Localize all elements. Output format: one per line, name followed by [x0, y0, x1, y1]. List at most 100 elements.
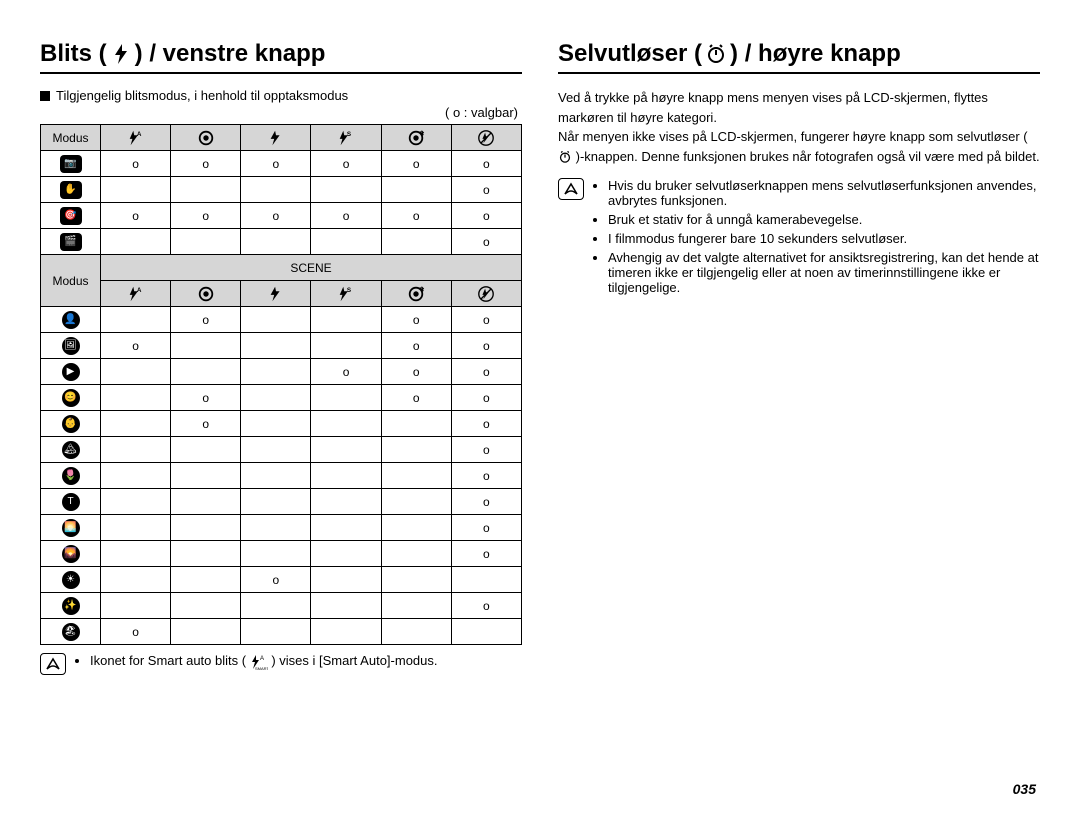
- availability-cell: [311, 385, 381, 411]
- table-row: 🌅o: [41, 515, 522, 541]
- availability-cell: o: [381, 333, 451, 359]
- scene-text-icon: T: [41, 489, 101, 515]
- note-icon: [558, 178, 584, 200]
- scene-frame-icon: 🖼: [41, 333, 101, 359]
- flash-availability-table: ModusAS📷oooooo✋o🎯oooooo🎬oModusSCENEAS👤oo…: [40, 124, 522, 645]
- availability-cell: [381, 411, 451, 437]
- availability-cell: o: [171, 203, 241, 229]
- flash-fill-icon: [241, 281, 311, 307]
- flash-slow-icon: S: [311, 281, 381, 307]
- left-note-text: Ikonet for Smart auto blits ( ASMART ) v…: [90, 653, 438, 670]
- availability-cell: [101, 541, 171, 567]
- availability-cell: [171, 177, 241, 203]
- svg-text:A: A: [260, 656, 264, 662]
- table-row: 👤ooo: [41, 307, 522, 333]
- availability-cell: o: [451, 411, 521, 437]
- left-note: Ikonet for Smart auto blits ( ASMART ) v…: [40, 653, 522, 675]
- svg-text:S: S: [347, 287, 351, 294]
- availability-cell: o: [241, 567, 311, 593]
- availability-cell: o: [451, 203, 521, 229]
- redeye-fix-icon: [381, 125, 451, 151]
- steady-icon: ✋: [41, 177, 101, 203]
- availability-cell: o: [241, 151, 311, 177]
- heading-divider: [40, 72, 522, 74]
- availability-cell: [381, 567, 451, 593]
- availability-cell: o: [381, 359, 451, 385]
- right-note: Hvis du bruker selvutløserknappen mens s…: [558, 178, 1040, 299]
- availability-cell: o: [381, 203, 451, 229]
- availability-cell: [241, 307, 311, 333]
- table-row: ✋o: [41, 177, 522, 203]
- availability-cell: o: [451, 385, 521, 411]
- availability-cell: [171, 463, 241, 489]
- availability-cell: [241, 463, 311, 489]
- availability-cell: o: [311, 359, 381, 385]
- availability-cell: [311, 619, 381, 645]
- availability-cell: o: [451, 515, 521, 541]
- availability-cell: [241, 489, 311, 515]
- availability-cell: [311, 593, 381, 619]
- availability-cell: [241, 541, 311, 567]
- right-heading: Selvutløser ( ) / høyre knapp: [558, 40, 1040, 68]
- smart-cam-icon: 🎯: [41, 203, 101, 229]
- legend-text: ( o : valgbar): [40, 105, 518, 120]
- note-bullet: Avhengig av det valgte alternativet for …: [608, 250, 1040, 295]
- availability-cell: [311, 567, 381, 593]
- availability-cell: o: [381, 151, 451, 177]
- subhead-text: Tilgjengelig blitsmodus, i henhold til o…: [56, 88, 348, 103]
- availability-cell: [101, 385, 171, 411]
- availability-cell: o: [101, 619, 171, 645]
- note-bullet: Hvis du bruker selvutløserknappen mens s…: [608, 178, 1040, 208]
- svg-text:SMART: SMART: [255, 666, 268, 670]
- table-row: 🏖o: [41, 619, 522, 645]
- availability-cell: o: [311, 151, 381, 177]
- availability-cell: o: [451, 229, 521, 255]
- modus-header: Modus: [41, 255, 101, 307]
- availability-cell: o: [381, 385, 451, 411]
- availability-cell: o: [451, 151, 521, 177]
- availability-cell: [171, 229, 241, 255]
- selftimer-inline-icon: [558, 150, 572, 164]
- availability-cell: [451, 567, 521, 593]
- availability-cell: o: [101, 151, 171, 177]
- availability-cell: [101, 567, 171, 593]
- note-bullet: I filmmodus fungerer bare 10 sekunders s…: [608, 231, 1040, 246]
- availability-cell: [241, 385, 311, 411]
- availability-cell: [101, 359, 171, 385]
- table-row: 🌷o: [41, 463, 522, 489]
- table-row: 😊ooo: [41, 385, 522, 411]
- scene-dawn-icon: 🌄: [41, 541, 101, 567]
- availability-cell: [311, 515, 381, 541]
- availability-cell: [451, 619, 521, 645]
- availability-cell: o: [451, 541, 521, 567]
- availability-cell: [241, 515, 311, 541]
- selftimer-icon: [706, 43, 726, 65]
- availability-cell: [101, 307, 171, 333]
- left-title-pre: Blits (: [40, 40, 107, 68]
- availability-cell: o: [171, 411, 241, 437]
- availability-cell: [171, 333, 241, 359]
- scene-children-icon: 👶: [41, 411, 101, 437]
- square-bullet-icon: [40, 91, 50, 101]
- availability-cell: o: [171, 151, 241, 177]
- availability-cell: o: [451, 333, 521, 359]
- availability-cell: [101, 489, 171, 515]
- redeye-fix-icon: [381, 281, 451, 307]
- availability-cell: [241, 593, 311, 619]
- flash-fill-icon: [241, 125, 311, 151]
- availability-cell: [311, 411, 381, 437]
- availability-cell: [241, 359, 311, 385]
- table-row: 🌄o: [41, 541, 522, 567]
- table-row: 👶 o o: [41, 411, 522, 437]
- availability-cell: [381, 541, 451, 567]
- availability-cell: [241, 333, 311, 359]
- availability-cell: [381, 177, 451, 203]
- flash-slow-icon: S: [311, 125, 381, 151]
- note-icon: [40, 653, 66, 675]
- availability-cell: [311, 229, 381, 255]
- table-row: 📷oooooo: [41, 151, 522, 177]
- availability-cell: o: [451, 177, 521, 203]
- availability-cell: o: [451, 437, 521, 463]
- availability-cell: [241, 619, 311, 645]
- scene-portrait-icon: 😊: [41, 385, 101, 411]
